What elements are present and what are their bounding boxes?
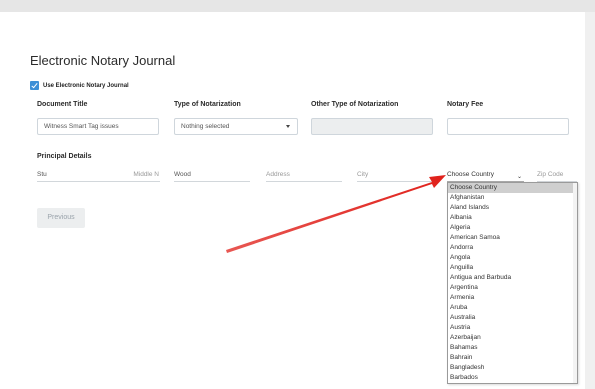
city-placeholder: City [357, 171, 369, 178]
country-dropdown-list[interactable]: Choose Country Afghanistan Aland Islands Al… [447, 182, 578, 384]
caret-down-icon [286, 125, 290, 128]
country-select[interactable]: Choose Country ⌄ [447, 170, 524, 182]
country-option[interactable]: Afghanistan [448, 193, 577, 203]
type-of-notarization-label: Type of Notarization [174, 101, 241, 108]
country-option[interactable]: Angola [448, 253, 577, 263]
address-input[interactable]: Address [266, 170, 342, 182]
country-option[interactable]: Bahamas [448, 343, 577, 353]
first-name-value: Stu [37, 171, 47, 178]
top-bar [0, 0, 595, 12]
zip-code-input[interactable]: Zip Code [537, 170, 577, 182]
document-title-label: Document Title [37, 101, 88, 108]
chevron-down-icon: ⌄ [516, 174, 522, 180]
zip-code-placeholder: Zip Code [537, 171, 564, 178]
country-option[interactable]: Aruba [448, 303, 577, 313]
document-title-value: Witness Smart Tag issues [44, 123, 119, 130]
use-journal-checkbox[interactable] [30, 81, 39, 90]
country-option[interactable]: Australia [448, 313, 577, 323]
last-name-value: Wood [174, 171, 191, 178]
use-journal-label: Use Electronic Notary Journal [43, 82, 129, 89]
country-option[interactable]: Barbados [448, 373, 577, 383]
last-name-input[interactable]: Wood [174, 170, 250, 182]
city-input[interactable]: City [357, 170, 433, 182]
country-option[interactable]: Austria [448, 323, 577, 333]
middle-name-placeholder: Middle N [133, 171, 159, 178]
dropdown-scrollbar[interactable] [573, 183, 577, 383]
page-title: Electronic Notary Journal [30, 53, 176, 68]
other-type-input [311, 118, 433, 135]
previous-button[interactable]: Previous [37, 208, 85, 228]
type-select-value: Nothing selected [181, 123, 230, 130]
use-journal-row[interactable]: Use Electronic Notary Journal [30, 81, 129, 90]
country-option[interactable]: Anguilla [448, 263, 577, 273]
country-option[interactable]: Bangladesh [448, 363, 577, 373]
country-option[interactable]: Albania [448, 213, 577, 223]
country-option[interactable]: American Samoa [448, 233, 577, 243]
type-of-notarization-select[interactable]: Nothing selected [174, 118, 298, 135]
principal-details-label: Principal Details [37, 153, 92, 160]
middle-name-input[interactable]: Middle N [115, 170, 160, 182]
notary-fee-label: Notary Fee [447, 101, 484, 108]
document-title-input[interactable]: Witness Smart Tag issues [37, 118, 159, 135]
country-option[interactable]: Bahrain [448, 353, 577, 363]
country-option[interactable]: Algeria [448, 223, 577, 233]
first-name-input[interactable]: Stu [37, 170, 115, 182]
country-option[interactable]: Antigua and Barbuda [448, 273, 577, 283]
right-edge [585, 12, 595, 389]
country-option[interactable]: Armenia [448, 293, 577, 303]
country-option[interactable]: Argentina [448, 283, 577, 293]
country-option[interactable]: Aland Islands [448, 203, 577, 213]
country-option[interactable]: Andorra [448, 243, 577, 253]
other-type-label: Other Type of Notarization [311, 101, 399, 108]
country-selected-value: Choose Country [447, 171, 494, 178]
notary-fee-input[interactable] [447, 118, 569, 135]
country-option[interactable]: Choose Country [448, 183, 577, 193]
address-placeholder: Address [266, 171, 290, 178]
country-option[interactable]: Azerbaijan [448, 333, 577, 343]
